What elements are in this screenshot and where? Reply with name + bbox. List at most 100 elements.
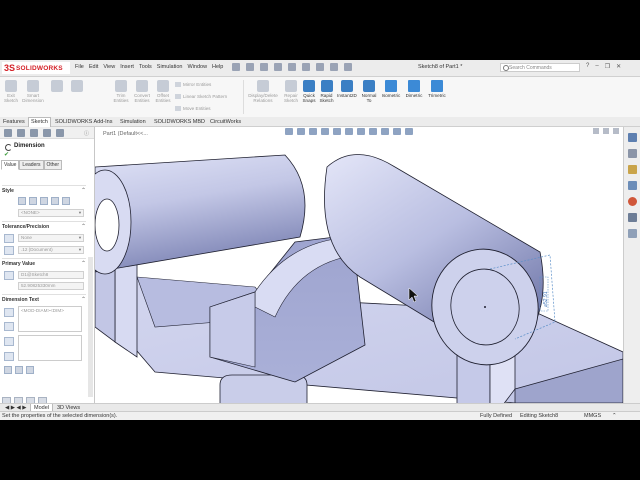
viewport-restore-icon[interactable] — [603, 128, 609, 134]
dimension-text-below-icon[interactable] — [4, 337, 14, 346]
status-options-icon[interactable]: ⌃ — [612, 412, 617, 420]
dimetric-view-button[interactable]: Dimetric — [404, 80, 424, 98]
apply-scene-icon[interactable] — [393, 128, 401, 135]
previous-view-icon[interactable] — [309, 128, 317, 135]
sketch-shapes-group[interactable] — [48, 80, 66, 93]
solidworks-resources-icon[interactable] — [628, 133, 637, 142]
edit-appearance-icon[interactable] — [381, 128, 389, 135]
menu-help[interactable]: Help — [212, 64, 223, 70]
select-icon[interactable] — [302, 63, 310, 71]
menu-file[interactable]: File — [75, 64, 84, 70]
delete-style-icon[interactable] — [51, 197, 59, 205]
undo-icon[interactable] — [288, 63, 296, 71]
search-commands-field[interactable]: Search Commands — [500, 63, 580, 72]
justify-center-icon[interactable] — [15, 366, 23, 374]
display-manager-icon[interactable] — [56, 129, 64, 137]
custom-properties-icon[interactable] — [628, 213, 637, 222]
property-manager-icon[interactable] — [17, 129, 25, 137]
new-document-icon[interactable] — [232, 63, 240, 71]
part-model[interactable]: ⌀52.91 — [95, 127, 623, 403]
dimxpert-manager-icon[interactable] — [43, 129, 51, 137]
menu-view[interactable]: View — [103, 64, 115, 70]
tab-circuitworks[interactable]: CircuitWorks — [208, 118, 243, 126]
viewport-close-icon[interactable] — [613, 128, 619, 134]
isometric-view-button[interactable]: Isometric — [380, 80, 402, 98]
solidworks-logo[interactable]: 3S SOLIDWORKS — [2, 62, 70, 74]
dimension-text-center-icon[interactable] — [4, 322, 14, 331]
zoom-to-area-icon[interactable] — [297, 128, 305, 135]
save-icon[interactable] — [260, 63, 268, 71]
dimension-text-box[interactable]: <MOD-DIAM><DIM> — [18, 306, 82, 332]
close-button[interactable]: ✕ — [616, 63, 621, 70]
view-orientation-icon[interactable] — [345, 128, 353, 135]
subtab-value[interactable]: Value — [1, 160, 20, 170]
forum-icon[interactable] — [628, 229, 637, 238]
trim-entities-button[interactable]: Trim Entities — [112, 80, 130, 103]
sketch-shapes-group-2[interactable] — [68, 80, 86, 93]
move-entities-button[interactable]: Move Entities — [175, 106, 211, 111]
update-style-icon[interactable] — [40, 197, 48, 205]
primary-value-section-header[interactable]: Primary Value ⌃ — [2, 261, 86, 267]
dimension-text-above-icon[interactable] — [4, 308, 14, 317]
style-select[interactable]: <NONE> ▼ — [18, 209, 84, 217]
viewport-minimize-icon[interactable] — [593, 128, 599, 134]
unit-precision-select[interactable]: .12 (Document) ▼ — [18, 246, 84, 254]
quick-snaps-button[interactable]: Quick Snaps — [301, 80, 317, 103]
zoom-to-fit-icon[interactable] — [285, 128, 293, 135]
dimension-name-field[interactable]: D1@Sketch8 — [18, 271, 84, 279]
dimension-value-field[interactable]: 52.90825330mm — [18, 282, 84, 290]
tab-features[interactable]: Features — [1, 118, 27, 126]
view-settings-icon[interactable] — [405, 128, 413, 135]
apply-default-style-icon[interactable] — [18, 197, 26, 205]
menu-tools[interactable]: Tools — [139, 64, 152, 70]
dimension-text-lower-box[interactable] — [18, 335, 82, 361]
menu-window[interactable]: Window — [187, 64, 207, 70]
print-icon[interactable] — [274, 63, 282, 71]
feature-manager-icon[interactable] — [4, 129, 12, 137]
subtab-other[interactable]: Other — [43, 160, 63, 170]
feature-tree-flyout[interactable]: Part1 (Default<<... — [103, 131, 148, 137]
instant2d-button[interactable]: Instant2D — [336, 80, 358, 98]
tab-sketch[interactable]: Sketch — [28, 117, 51, 127]
left-cylinder-bore[interactable] — [95, 198, 120, 252]
tab-simulation[interactable]: Simulation — [118, 118, 148, 126]
ok-check-icon[interactable]: ✔ — [0, 149, 94, 158]
convert-entities-button[interactable]: Convert Entities — [132, 80, 152, 103]
menu-insert[interactable]: Insert — [120, 64, 134, 70]
view-palette-icon[interactable] — [628, 181, 637, 190]
minimize-button[interactable]: – — [595, 63, 598, 70]
smart-dimension-button[interactable]: Smart Dimension — [22, 80, 44, 103]
section-view-icon[interactable] — [321, 128, 329, 135]
file-explorer-icon[interactable] — [628, 165, 637, 174]
linear-sketch-pattern-button[interactable]: Linear Sketch Pattern — [175, 94, 227, 99]
subtab-leaders[interactable]: Leaders — [19, 160, 44, 170]
design-library-icon[interactable] — [628, 149, 637, 158]
add-style-icon[interactable] — [29, 197, 37, 205]
offset-entities-button[interactable]: Offset Entities — [154, 80, 172, 103]
mirror-entities-button[interactable]: Mirror Entities — [175, 82, 211, 87]
dimension-text-section-header[interactable]: Dimension Text ⌃ — [2, 297, 86, 303]
help-button[interactable]: ? — [586, 63, 589, 70]
configuration-manager-icon[interactable] — [30, 129, 38, 137]
save-style-icon[interactable] — [62, 197, 70, 205]
rebuild-icon[interactable] — [316, 63, 324, 71]
rapid-sketch-button[interactable]: Rapid Sketch — [318, 80, 335, 103]
tab-solidworks-add-ins[interactable]: SOLIDWORKS Add-Ins — [53, 118, 114, 126]
justify-left-icon[interactable] — [4, 366, 12, 374]
dynamic-annotation-icon[interactable] — [333, 128, 341, 135]
display-style-icon[interactable] — [357, 128, 365, 135]
tolerance-type-select[interactable]: None ▼ — [18, 234, 84, 242]
unit-system[interactable]: MMGS — [584, 412, 601, 420]
style-section-header[interactable]: Style ⌃ — [2, 188, 86, 194]
trimetric-view-button[interactable]: Trimetric — [426, 80, 448, 98]
circle-center-point[interactable] — [484, 306, 486, 308]
appearances-icon[interactable] — [628, 197, 637, 206]
tab-solidworks-mbd[interactable]: SOLIDWORKS MBD — [152, 118, 207, 126]
repair-sketch-button[interactable]: Repair Sketch — [282, 80, 300, 103]
exit-sketch-button[interactable]: Exit Sketch — [2, 80, 20, 103]
restore-button[interactable]: ❐ — [605, 63, 610, 70]
open-icon[interactable] — [246, 63, 254, 71]
panel-scrollbar[interactable] — [88, 257, 93, 397]
display-delete-relations-button[interactable]: Display/Delete Relations — [246, 80, 280, 103]
diameter-dimension-label[interactable]: ⌀52.91 — [543, 291, 549, 307]
